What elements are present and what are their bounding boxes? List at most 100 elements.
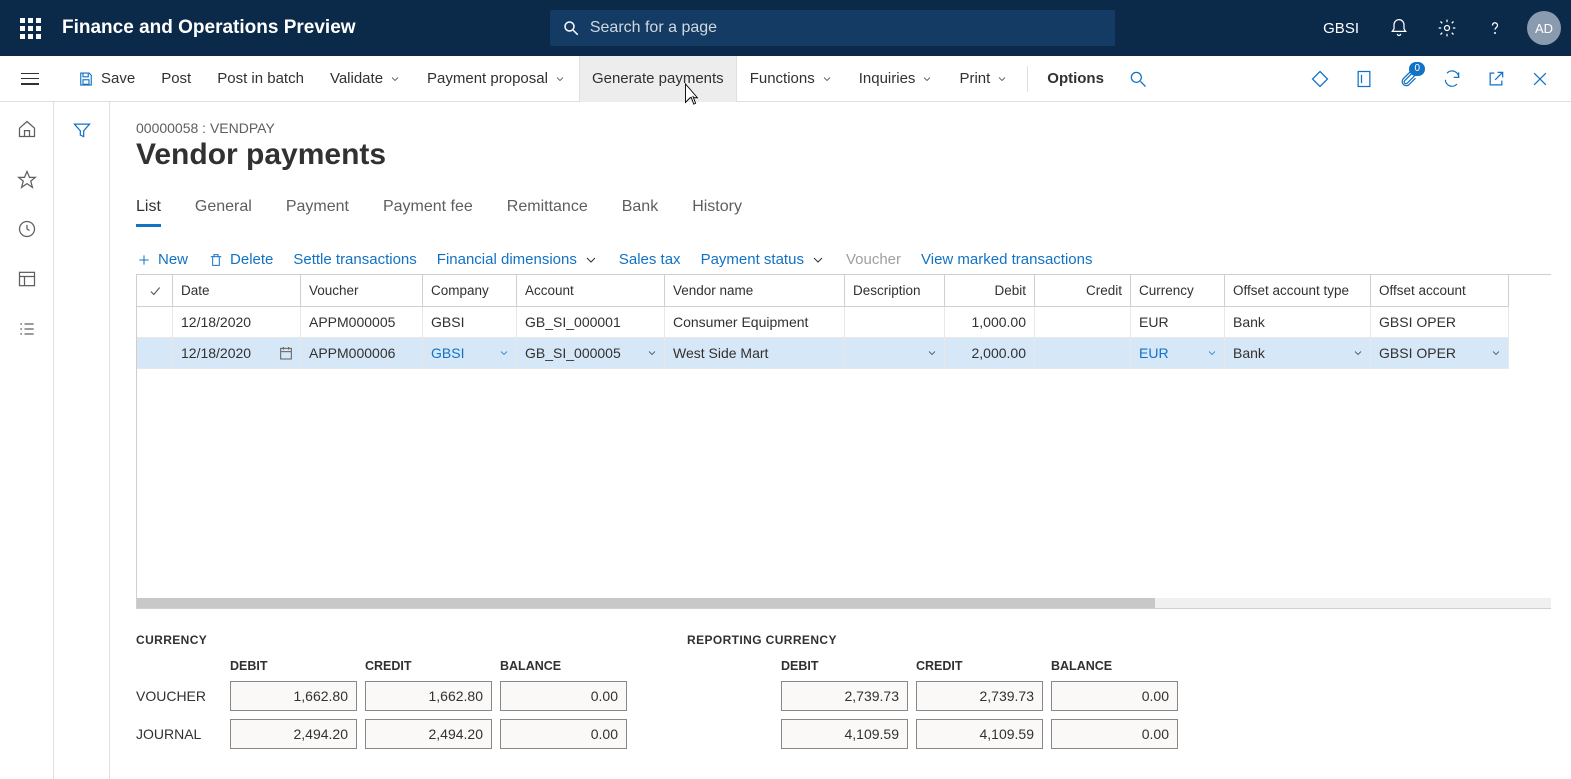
col-currency[interactable]: Currency [1131, 275, 1225, 307]
col-account[interactable]: Account [517, 275, 665, 307]
cell-offset-account[interactable]: GBSI OPER [1371, 307, 1509, 338]
cell-vendor-name[interactable]: West Side Mart [665, 338, 845, 369]
horizontal-scrollbar[interactable] [137, 598, 1551, 608]
cmd-delete[interactable]: Delete [208, 251, 273, 268]
chevron-down-icon[interactable] [646, 347, 658, 359]
col-date[interactable]: Date [173, 275, 301, 307]
close-button[interactable] [1519, 58, 1561, 100]
global-search-wrap [356, 10, 1310, 46]
global-search[interactable] [550, 10, 1115, 46]
cell-debit[interactable]: 2,000.00 [945, 338, 1035, 369]
post-in-batch-button[interactable]: Post in batch [204, 56, 317, 102]
cell-description[interactable] [845, 338, 945, 369]
chevron-down-icon[interactable] [1206, 347, 1218, 359]
print-menu[interactable]: Print [946, 56, 1021, 102]
filter-pane-toggle[interactable] [54, 102, 110, 779]
table-row[interactable]: 12/18/2020 APPM000006 GBSI GB_SI_000005 … [137, 338, 1551, 369]
row-select[interactable] [137, 338, 173, 369]
post-button[interactable]: Post [148, 56, 204, 102]
col-voucher[interactable]: Voucher [301, 275, 423, 307]
nav-toggle-button[interactable] [14, 63, 46, 95]
cmd-new[interactable]: New [136, 251, 188, 268]
col-offset-type[interactable]: Offset account type [1225, 275, 1371, 307]
rail-favorites-button[interactable] [16, 168, 38, 190]
search-input[interactable] [590, 19, 1103, 37]
col-debit[interactable]: Debit [945, 275, 1035, 307]
rail-home-button[interactable] [16, 118, 38, 140]
table-row[interactable]: 12/18/2020 APPM000005 GBSI GB_SI_000001 … [137, 307, 1551, 338]
cell-currency[interactable]: EUR [1131, 307, 1225, 338]
cell-offset-type[interactable]: Bank [1225, 307, 1371, 338]
scrollbar-thumb[interactable] [137, 598, 1155, 608]
grid-empty-space [137, 369, 1551, 599]
help-button[interactable] [1473, 6, 1517, 50]
tab-history[interactable]: History [692, 198, 742, 227]
question-icon [1485, 18, 1505, 38]
personalize-button[interactable] [1299, 58, 1341, 100]
col-description[interactable]: Description [845, 275, 945, 307]
cell-date[interactable]: 12/18/2020 [173, 338, 301, 369]
rail-recent-button[interactable] [16, 218, 38, 240]
cell-credit[interactable] [1035, 307, 1131, 338]
col-credit[interactable]: Credit [1035, 275, 1131, 307]
attachments-button[interactable]: 0 [1387, 58, 1429, 100]
popout-button[interactable] [1475, 58, 1517, 100]
office-button[interactable] [1343, 58, 1385, 100]
tab-bank[interactable]: Bank [622, 198, 658, 227]
cell-offset-type[interactable]: Bank [1225, 338, 1371, 369]
rail-workspaces-button[interactable] [16, 268, 38, 290]
settings-button[interactable] [1425, 6, 1469, 50]
app-launcher-button[interactable] [10, 8, 50, 48]
chevron-down-icon[interactable] [926, 347, 938, 359]
cell-vendor-name[interactable]: Consumer Equipment [665, 307, 845, 338]
chevron-down-icon[interactable] [1490, 347, 1502, 359]
tab-list[interactable]: List [136, 198, 161, 227]
chevron-down-icon[interactable] [1352, 347, 1364, 359]
col-select-all[interactable] [137, 275, 173, 307]
cmd-settle[interactable]: Settle transactions [293, 251, 416, 268]
currency-balance-header: BALANCE [500, 659, 627, 673]
company-label[interactable]: GBSI [1309, 20, 1373, 37]
payment-proposal-menu[interactable]: Payment proposal [414, 56, 579, 102]
cmd-financial-dimensions[interactable]: Financial dimensions [437, 251, 599, 268]
cmd-payment-status[interactable]: Payment status [701, 251, 826, 268]
cmd-sales-tax[interactable]: Sales tax [619, 251, 681, 268]
currency-voucher-debit: 1,662.80 [230, 681, 357, 711]
hamburger-icon [21, 73, 39, 85]
currency-credit-header: CREDIT [365, 659, 492, 673]
cmd-view-marked[interactable]: View marked transactions [921, 251, 1092, 268]
col-company[interactable]: Company [423, 275, 517, 307]
chevron-down-icon[interactable] [498, 347, 510, 359]
cell-description[interactable] [845, 307, 945, 338]
cell-debit[interactable]: 1,000.00 [945, 307, 1035, 338]
save-button[interactable]: Save [64, 56, 148, 102]
refresh-button[interactable] [1431, 58, 1473, 100]
notifications-button[interactable] [1377, 6, 1421, 50]
cell-currency[interactable]: EUR [1131, 338, 1225, 369]
row-select[interactable] [137, 307, 173, 338]
cell-offset-account[interactable]: GBSI OPER [1371, 338, 1509, 369]
cell-account[interactable]: GB_SI_000001 [517, 307, 665, 338]
tab-payment[interactable]: Payment [286, 198, 349, 227]
calendar-icon[interactable] [278, 345, 294, 361]
col-offset-account[interactable]: Offset account [1371, 275, 1509, 307]
cell-date[interactable]: 12/18/2020 [173, 307, 301, 338]
cell-credit[interactable] [1035, 338, 1131, 369]
tab-payment-fee[interactable]: Payment fee [383, 198, 473, 227]
rail-modules-button[interactable] [16, 318, 38, 340]
tab-remittance[interactable]: Remittance [507, 198, 588, 227]
cell-voucher[interactable]: APPM000005 [301, 307, 423, 338]
options-button[interactable]: Options [1034, 56, 1117, 102]
cell-company[interactable]: GBSI [423, 338, 517, 369]
validate-menu[interactable]: Validate [317, 56, 414, 102]
user-avatar[interactable]: AD [1527, 11, 1561, 45]
col-vendor-name[interactable]: Vendor name [665, 275, 845, 307]
tab-general[interactable]: General [195, 198, 252, 227]
inquiries-menu[interactable]: Inquiries [846, 56, 947, 102]
generate-payments-button[interactable]: Generate payments [579, 56, 737, 102]
page-search-button[interactable] [1117, 58, 1159, 100]
cell-account[interactable]: GB_SI_000005 [517, 338, 665, 369]
functions-menu[interactable]: Functions [737, 56, 846, 102]
cell-company[interactable]: GBSI [423, 307, 517, 338]
cell-voucher[interactable]: APPM000006 [301, 338, 423, 369]
